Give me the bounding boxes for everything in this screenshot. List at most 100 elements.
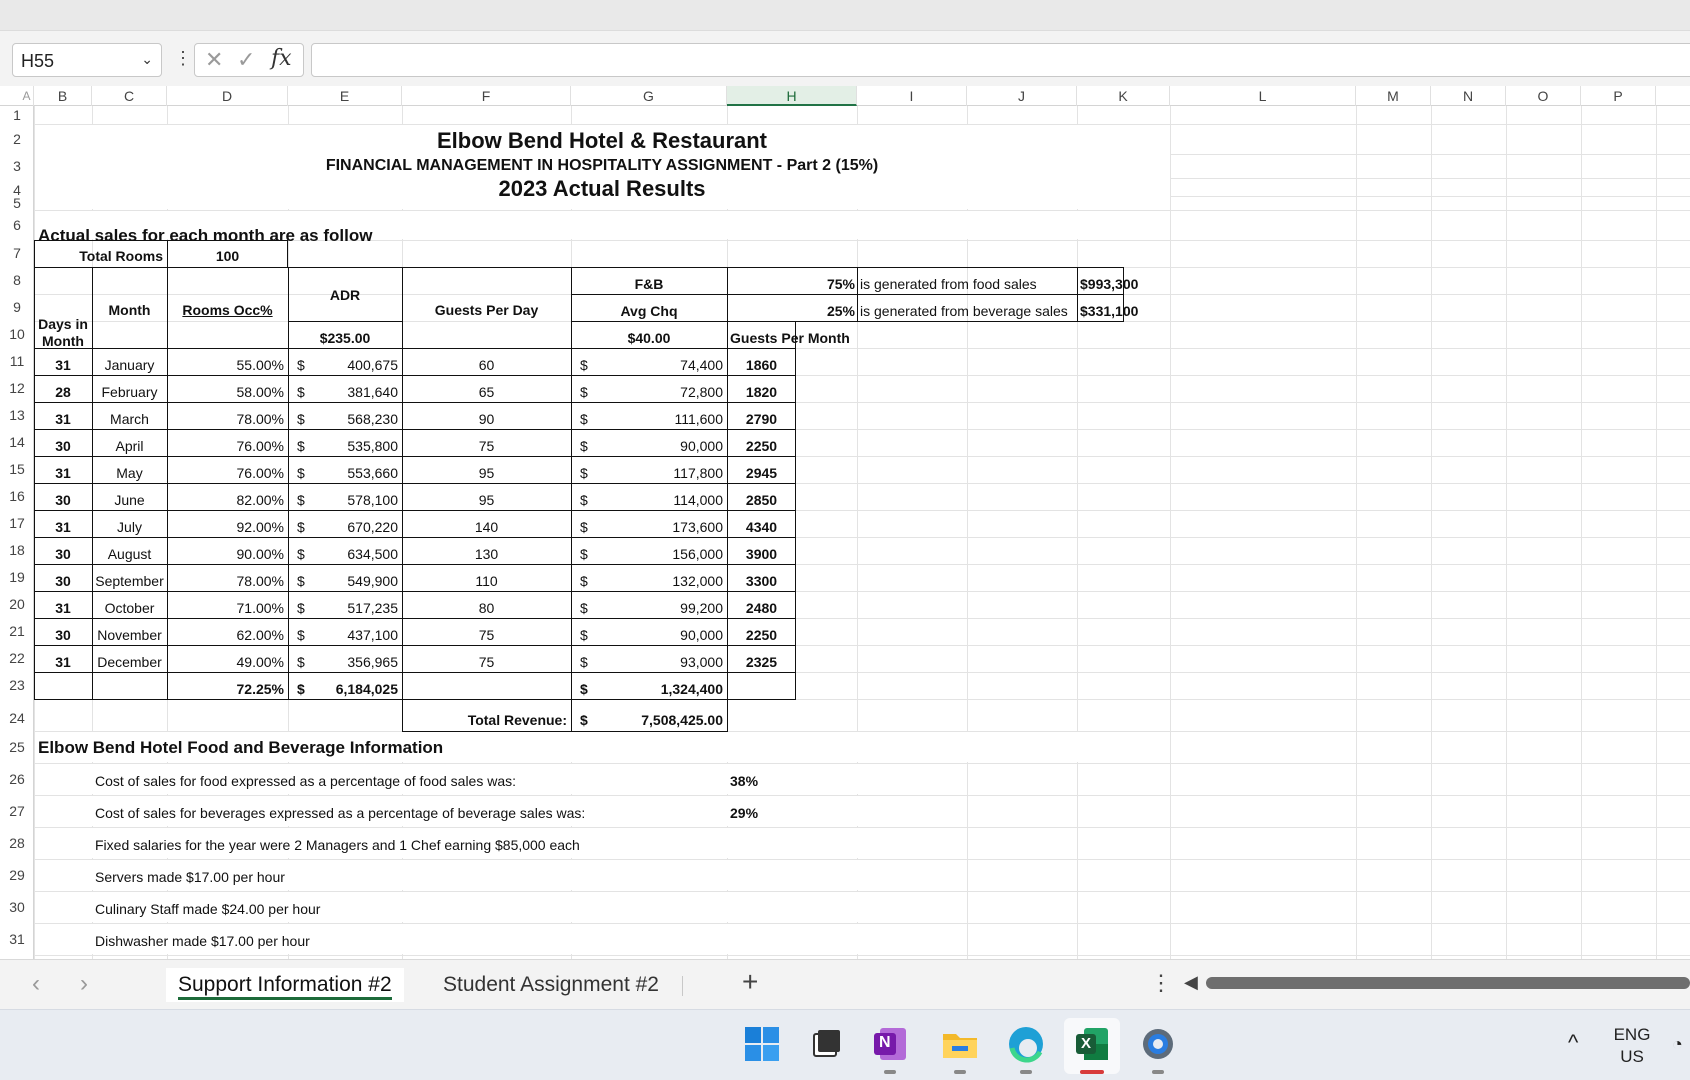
add-sheet-icon[interactable]: + [742, 966, 758, 998]
column-header-b[interactable]: B [34, 86, 92, 106]
column-header-e[interactable]: E [288, 86, 402, 106]
excel-window: H55 ⌄ ⋮ ✕ ✓ fx A B C D E F G H I J K L M… [0, 0, 1690, 1080]
column-header-n[interactable]: N [1431, 86, 1506, 106]
row-header-21[interactable]: 21 [0, 618, 33, 645]
row-header-17[interactable]: 17 [0, 510, 33, 537]
row-header-4[interactable]: 4 [0, 178, 33, 198]
column-header-a[interactable]: A [20, 86, 34, 106]
edge-app[interactable] [1006, 1024, 1046, 1074]
column-header-h[interactable]: H [727, 86, 857, 106]
tab-student-assignment[interactable]: Student Assignment #2 [431, 968, 671, 1002]
row-header-27[interactable]: 27 [0, 795, 33, 827]
cell-days: 31 [55, 465, 71, 481]
title-strip [0, 0, 1690, 31]
column-headers: A B C D E F G H I J K L M N O P [0, 86, 1690, 106]
horizontal-scrollbar[interactable] [1206, 977, 1690, 989]
column-header-o[interactable]: O [1506, 86, 1581, 106]
excel-app[interactable]: X [1072, 1024, 1112, 1074]
chevron-right-icon[interactable]: › [80, 970, 88, 998]
row-header-13[interactable]: 13 [0, 402, 33, 429]
chevron-up-icon[interactable]: ^ [1568, 1030, 1578, 1056]
row-header-14[interactable]: 14 [0, 429, 33, 456]
row-header-29[interactable]: 29 [0, 859, 33, 891]
cell-fb-revenue: 99,200 [680, 600, 723, 616]
column-header-g[interactable]: G [571, 86, 727, 106]
more-vertical-icon[interactable]: ⋮ [174, 45, 192, 71]
more-vertical-icon[interactable]: ⋮ [1150, 970, 1172, 996]
row-header-31[interactable]: 31 [0, 923, 33, 955]
onenote-app[interactable]: N [870, 1024, 910, 1074]
row-header-24[interactable]: 24 [0, 699, 33, 731]
year-title: 2023 Actual Results [498, 176, 706, 201]
row-header-12[interactable]: 12 [0, 375, 33, 402]
row-header-26[interactable]: 26 [0, 763, 33, 795]
row-header-16[interactable]: 16 [0, 483, 33, 510]
row-header-20[interactable]: 20 [0, 591, 33, 618]
wifi-icon[interactable]: ◔ [1672, 1034, 1683, 1055]
cell-month: May [116, 465, 143, 481]
row-header-25[interactable]: 25 [0, 731, 33, 763]
total-revenue-label: Total Revenue: [467, 712, 567, 728]
food-text: is generated from food sales [860, 276, 1037, 292]
section-fb-heading: Elbow Bend Hotel Food and Beverage Infor… [38, 738, 444, 757]
column-header-i[interactable]: I [857, 86, 967, 106]
running-indicator [884, 1070, 896, 1074]
cell-fb-revenue: 93,000 [680, 654, 723, 670]
row-header-7[interactable]: 7 [0, 240, 33, 267]
formula-input[interactable] [311, 43, 1690, 77]
cell-guests: 75 [478, 438, 495, 454]
column-header-j[interactable]: J [967, 86, 1077, 106]
name-box[interactable]: H55 ⌄ [12, 43, 162, 77]
total-room-revenue: 6,184,025 [335, 681, 398, 697]
row-header-22[interactable]: 22 [0, 645, 33, 672]
row-header-30[interactable]: 30 [0, 891, 33, 923]
column-header-p[interactable]: P [1581, 86, 1656, 106]
cell-days: 31 [55, 357, 71, 373]
info-dishwasher: Dishwasher made $17.00 per hour [95, 933, 310, 949]
column-header-m[interactable]: M [1356, 86, 1431, 106]
row-header-9[interactable]: 9 [0, 294, 33, 321]
header-guests-per-month: Guests Per Month [730, 330, 850, 346]
column-header-f[interactable]: F [402, 86, 571, 106]
row-header-18[interactable]: 18 [0, 537, 33, 564]
header-guests-per-day: Guests Per Day [434, 302, 539, 318]
chevron-down-icon[interactable]: ⌄ [141, 51, 153, 68]
row-header-15[interactable]: 15 [0, 456, 33, 483]
column-header-l[interactable]: L [1170, 86, 1356, 106]
cell-room-revenue: 568,230 [347, 411, 398, 427]
scroll-left-icon[interactable]: ◀ [1184, 972, 1198, 993]
row-header-8[interactable]: 8 [0, 267, 33, 294]
column-header-c[interactable]: C [92, 86, 167, 106]
sheet-title: Elbow Bend Hotel & Restaurant [436, 128, 768, 153]
cell-month: July [117, 519, 142, 535]
windows-start-icon[interactable] [742, 1024, 782, 1064]
row-header-3[interactable]: 3 [0, 154, 33, 178]
active-tab-indicator [178, 997, 392, 1000]
settings-app[interactable] [1138, 1024, 1178, 1074]
row-header-11[interactable]: 11 [0, 348, 33, 375]
file-explorer-app[interactable] [940, 1024, 980, 1074]
cell-grid[interactable]: Elbow Bend Hotel & Restaurant FINANCIAL … [34, 106, 1690, 959]
row-header-6[interactable]: 6 [0, 210, 33, 240]
task-view-icon[interactable] [806, 1024, 846, 1064]
row-header-1[interactable]: 1 [0, 106, 33, 124]
function-icon[interactable]: fx [271, 46, 292, 71]
column-header-k[interactable]: K [1077, 86, 1170, 106]
language-indicator[interactable]: ENG US [1612, 1024, 1652, 1068]
column-header-d[interactable]: D [167, 86, 288, 106]
chevron-left-icon[interactable]: ‹ [32, 970, 40, 998]
row-header-28[interactable]: 28 [0, 827, 33, 859]
cell-fb-revenue: 74,400 [680, 357, 723, 373]
cell-month: March [110, 411, 149, 427]
cancel-icon[interactable]: ✕ [205, 47, 223, 73]
tab-support-information[interactable]: Support Information #2 [166, 968, 404, 1002]
row-header-5[interactable]: 5 [0, 196, 33, 210]
check-icon[interactable]: ✓ [237, 47, 255, 73]
cell-fb-revenue: 111,600 [674, 411, 723, 427]
row-header-19[interactable]: 19 [0, 564, 33, 591]
row-header-10[interactable]: 10 [0, 321, 33, 348]
row-header-23[interactable]: 23 [0, 672, 33, 699]
cell-occ: 71.00% [236, 600, 284, 616]
row-header-2[interactable]: 2 [0, 124, 33, 154]
section-sales-heading: Actual sales for each month are as follo… [38, 226, 373, 245]
